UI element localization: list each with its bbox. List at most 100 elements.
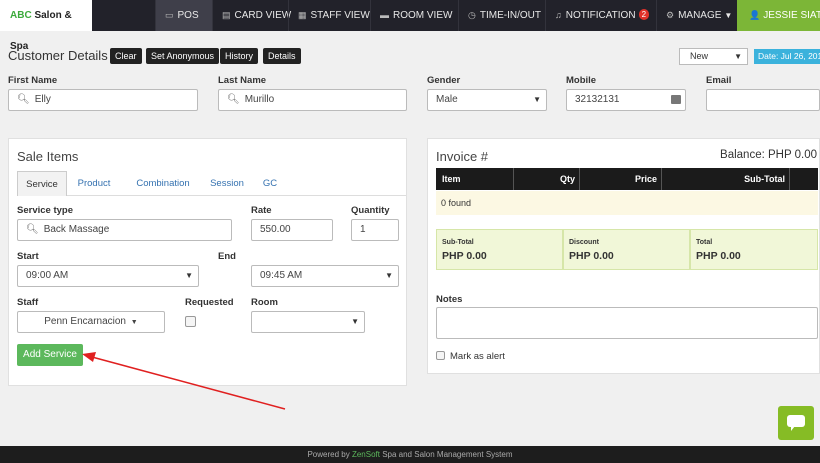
email-label: Email bbox=[706, 75, 732, 86]
balance-text: Balance: PHP 0.00 bbox=[720, 149, 817, 161]
rate-label: Rate bbox=[251, 205, 272, 216]
clear-button[interactable]: Clear bbox=[110, 48, 142, 64]
tab-session[interactable]: Session bbox=[203, 171, 251, 196]
subtotal-box: Sub-Total PHP 0.00 bbox=[436, 229, 563, 270]
mobile-label: Mobile bbox=[566, 75, 597, 86]
customer-status-select[interactable]: New ▼ bbox=[679, 48, 748, 65]
nav-card-view-label: CARD VIEW bbox=[234, 10, 292, 21]
nav-staff-view-label: STAFF VIEW bbox=[310, 10, 370, 21]
tab-combination[interactable]: Combination bbox=[129, 171, 197, 196]
staff-value: Penn Encarnacion bbox=[44, 316, 126, 327]
quantity-label: Quantity bbox=[351, 205, 390, 216]
quantity-field[interactable]: 1 bbox=[351, 219, 399, 241]
nav-manage[interactable]: ⚙ MANAGE ▼ bbox=[656, 0, 737, 31]
rate-value: 550.00 bbox=[260, 224, 291, 235]
nav-card-view[interactable]: ▤ CARD VIEW bbox=[212, 0, 291, 31]
staff-dropdown[interactable]: Penn Encarnacion ▼ bbox=[17, 311, 165, 333]
notification-count-badge: 2 bbox=[638, 9, 650, 20]
room-select[interactable]: ▼ bbox=[251, 311, 365, 333]
user-icon: 👤 bbox=[749, 10, 761, 20]
start-label: Start bbox=[17, 251, 39, 262]
caret-down-icon: ▼ bbox=[724, 11, 733, 20]
service-type-label: Service type bbox=[17, 205, 73, 216]
nav-manage-label: MANAGE bbox=[678, 10, 722, 21]
gender-value: Male bbox=[436, 94, 458, 105]
customer-details-title: Customer Details bbox=[8, 48, 108, 63]
gender-label: Gender bbox=[427, 75, 461, 86]
total-value: PHP 0.00 bbox=[696, 250, 741, 262]
brand-logo[interactable]: ABC Salon & Spa bbox=[0, 0, 92, 52]
mobile-value: 32132131 bbox=[575, 94, 620, 105]
footer-brand-link[interactable]: ZenSoft bbox=[352, 450, 380, 459]
nav-time-in-out[interactable]: ◷ TIME-IN/OUT bbox=[458, 0, 545, 31]
end-label: End bbox=[218, 251, 236, 262]
user-menu[interactable]: 👤JESSIE SIAT▼ bbox=[737, 0, 820, 31]
end-time-select[interactable]: 09:45 AM ▼ bbox=[251, 265, 399, 287]
start-time-select[interactable]: 09:00 AM ▼ bbox=[17, 265, 199, 287]
user-name: JESSIE SIAT bbox=[763, 10, 820, 21]
gender-select[interactable]: Male ▼ bbox=[427, 89, 547, 111]
chat-bubble-icon bbox=[787, 415, 805, 431]
footer-prefix: Powered by bbox=[307, 450, 350, 459]
footer-suffix: Spa and Salon Management System bbox=[382, 450, 513, 459]
caret-down-icon: ▼ bbox=[533, 95, 541, 104]
service-type-field[interactable]: 🔍︎ Back Massage bbox=[17, 219, 232, 241]
first-name-value: Elly bbox=[34, 94, 51, 105]
desktop-icon: ▭ bbox=[165, 10, 174, 20]
nav-staff-view[interactable]: ▦ STAFF VIEW bbox=[288, 0, 370, 31]
nav-room-view[interactable]: ▬ ROOM VIEW bbox=[370, 0, 458, 31]
caret-down-icon: ▼ bbox=[351, 317, 359, 326]
nav-pos[interactable]: ▭ POS bbox=[155, 0, 212, 31]
add-service-button[interactable]: Add Service bbox=[17, 344, 83, 366]
bed-icon: ▬ bbox=[380, 10, 389, 20]
first-name-field[interactable]: 🔍︎ Elly bbox=[8, 89, 198, 111]
subtotal-value: PHP 0.00 bbox=[442, 250, 487, 262]
clock-icon: ◷ bbox=[468, 10, 476, 20]
col-price: Price bbox=[580, 168, 662, 190]
discount-box: Discount PHP 0.00 bbox=[563, 229, 690, 270]
mobile-field[interactable]: 32132131 bbox=[566, 89, 686, 111]
total-label: Total bbox=[696, 239, 713, 246]
search-icon: 🔍︎ bbox=[17, 94, 30, 105]
sale-items-tabs: Service Product Combination Session GC bbox=[17, 171, 406, 196]
notes-label: Notes bbox=[436, 294, 463, 305]
tab-product[interactable]: Product bbox=[69, 171, 119, 196]
caret-down-icon: ▼ bbox=[130, 319, 138, 326]
caret-down-icon: ▼ bbox=[734, 52, 742, 61]
rate-field[interactable]: 550.00 bbox=[251, 219, 333, 241]
history-button[interactable]: History bbox=[220, 48, 259, 64]
email-field[interactable] bbox=[706, 89, 820, 111]
notes-textarea[interactable] bbox=[436, 307, 818, 339]
quantity-value: 1 bbox=[360, 224, 366, 235]
staff-label: Staff bbox=[17, 297, 39, 308]
sale-items-title: Sale Items bbox=[17, 149, 79, 164]
search-icon: 🔍︎ bbox=[26, 224, 39, 235]
details-button[interactable]: Details bbox=[263, 48, 301, 64]
nav-notification[interactable]: ♫ NOTIFICATION 2 bbox=[545, 0, 656, 31]
col-item: Item bbox=[436, 168, 514, 190]
tab-service[interactable]: Service bbox=[17, 171, 67, 196]
subtotal-label: Sub-Total bbox=[442, 239, 474, 246]
requested-checkbox[interactable] bbox=[185, 316, 196, 327]
caret-down-icon: ▼ bbox=[185, 271, 193, 280]
mark-alert-checkbox[interactable] bbox=[436, 351, 445, 360]
customer-status-value: New bbox=[690, 51, 709, 61]
mark-alert-label: Mark as alert bbox=[450, 351, 505, 362]
search-icon: 🔍︎ bbox=[227, 94, 240, 105]
col-subtotal: Sub-Total bbox=[662, 168, 790, 190]
room-label: Room bbox=[251, 297, 278, 308]
last-name-field[interactable]: 🔍︎ Murillo bbox=[218, 89, 407, 111]
grid-icon: ▦ bbox=[298, 10, 307, 20]
tab-gc[interactable]: GC bbox=[257, 171, 283, 196]
chat-button[interactable] bbox=[778, 406, 814, 440]
end-time-value: 09:45 AM bbox=[260, 270, 303, 281]
gear-icon: ⚙ bbox=[666, 10, 675, 20]
invoice-title: Invoice # bbox=[436, 149, 489, 164]
invoice-panel: Invoice # Balance: PHP 0.00 Item Qty Pri… bbox=[427, 138, 820, 374]
bell-icon: ♫ bbox=[555, 10, 562, 20]
service-type-value: Back Massage bbox=[43, 224, 110, 235]
date-badge: Date: Jul 26, 2017 bbox=[754, 49, 820, 64]
set-anonymous-button[interactable]: Set Anonymous bbox=[146, 48, 220, 64]
footer: Powered by ZenSoft Spa and Salon Managem… bbox=[0, 446, 820, 463]
last-name-label: Last Name bbox=[218, 75, 267, 86]
